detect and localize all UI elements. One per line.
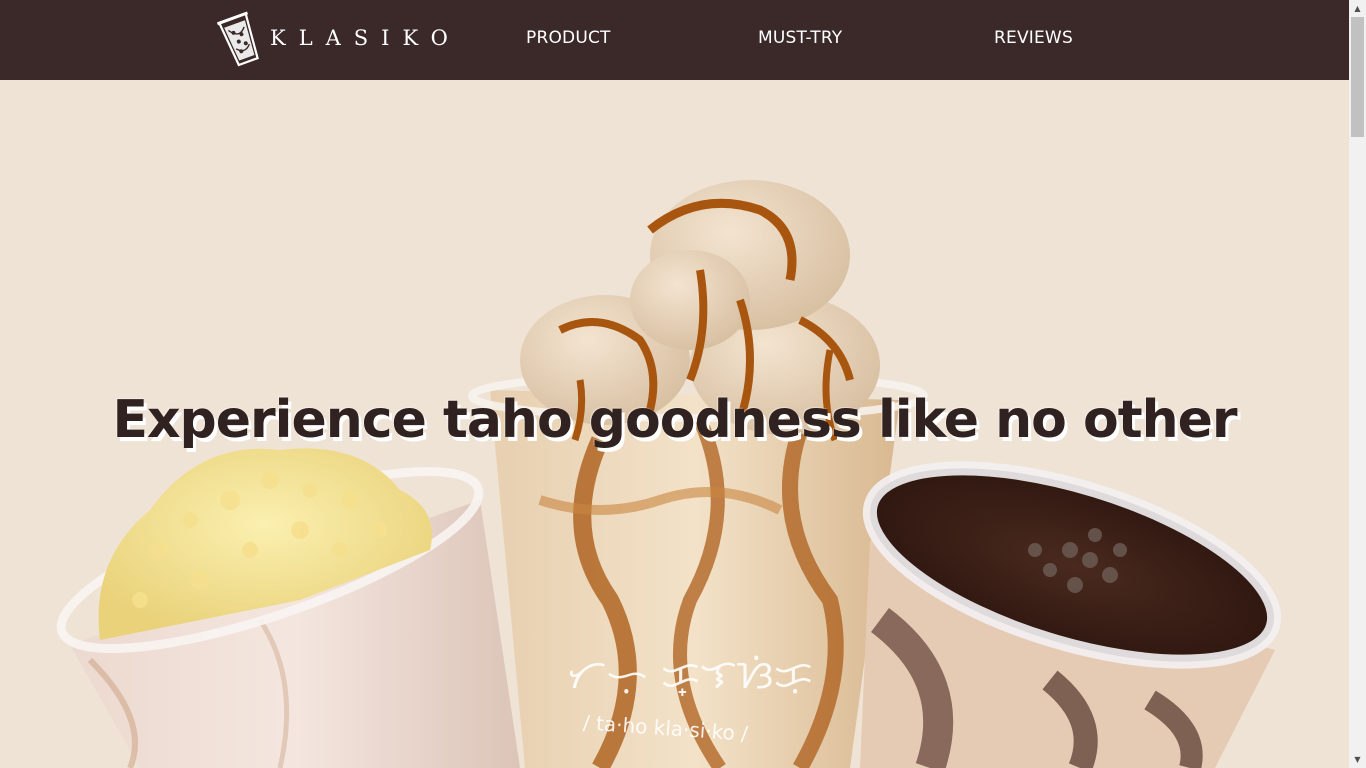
scroll-down-arrow-icon[interactable]: ▼ xyxy=(1349,751,1366,768)
hero-section: ᜆᜑᜓ ᜃ᜔ᜎᜐᜒᜃᜓ / ta·ho kla·si·ko / Experien… xyxy=(0,80,1349,768)
scrollbar-thumb[interactable] xyxy=(1351,17,1364,137)
page-scrollbar[interactable]: ▲ ▼ xyxy=(1349,0,1366,768)
nav-link-must-try[interactable]: MUST-TRY xyxy=(758,28,842,48)
nav-link-reviews[interactable]: REVIEWS xyxy=(994,28,1073,48)
cup-logo-icon xyxy=(216,11,259,67)
chocolate-taho-cup xyxy=(860,461,1282,768)
cheese-taho-cup xyxy=(56,448,520,768)
scroll-up-arrow-icon[interactable]: ▲ xyxy=(1349,0,1366,17)
hero-headline: Experience taho goodness like no other xyxy=(112,390,1237,450)
caramel-taho-cup: ᜆᜑᜓ ᜃ᜔ᜎᜐᜒᜃᜓ / ta·ho kla·si·ko / xyxy=(468,180,928,768)
nav-link-product[interactable]: PRODUCT xyxy=(526,28,611,48)
cup-print-brand: ᜆᜑᜓ ᜃ᜔ᜎᜐᜒᜃᜓ xyxy=(567,652,813,698)
top-navbar: KLASIKO PRODUCT MUST-TRY REVIEWS xyxy=(0,0,1349,80)
brand-name: KLASIKO xyxy=(270,26,461,50)
brand-logo[interactable]: KLASIKO xyxy=(214,9,461,67)
